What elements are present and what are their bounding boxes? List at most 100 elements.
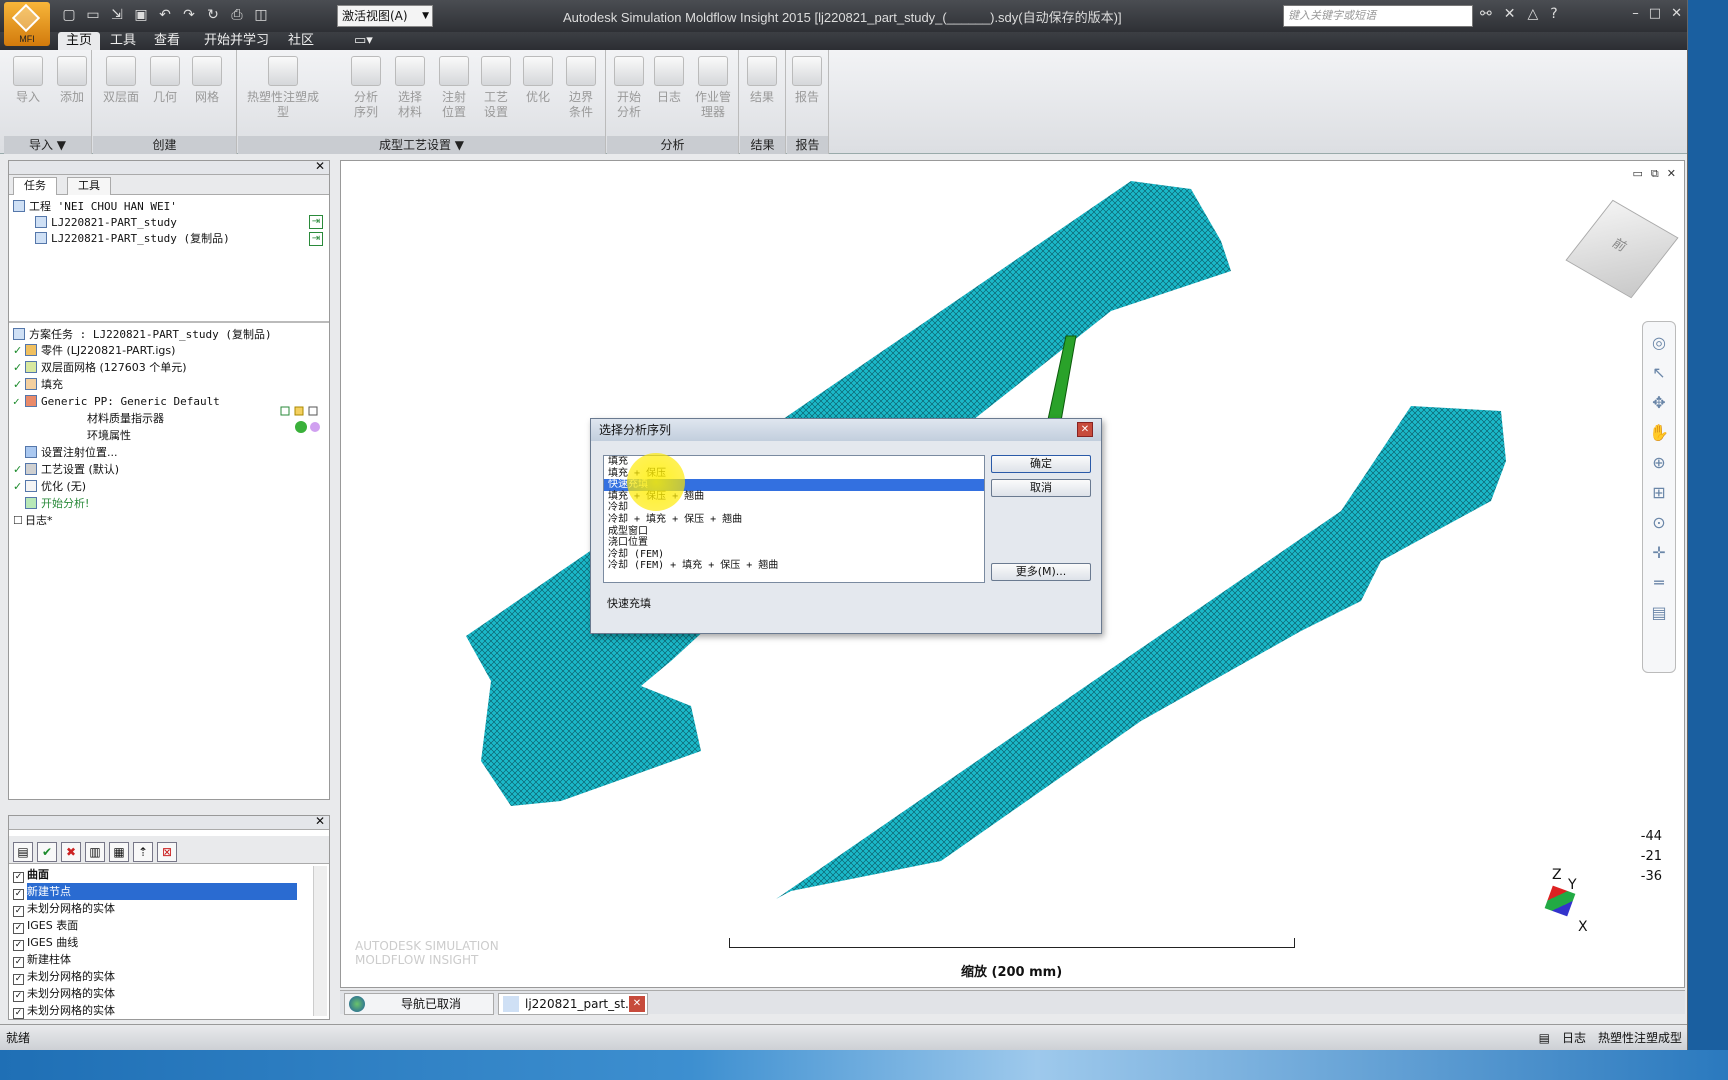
task-start-analysis[interactable]: 开始分析!	[13, 496, 89, 512]
list-item[interactable]: ✓ 未划分网格的实体	[13, 985, 318, 1002]
close-icon[interactable]: ✕	[315, 814, 325, 828]
task-injection-location[interactable]: 设置注射位置...	[13, 445, 118, 461]
help-icon[interactable]: ?	[1550, 6, 1557, 22]
ok-button[interactable]: 确定	[991, 455, 1091, 473]
list-item[interactable]: ✓ 曲面	[13, 866, 318, 883]
task-mesh[interactable]: ✓ 双层面网格 (127603 个单元)	[13, 360, 187, 376]
task-log[interactable]: ☐ 日志*	[13, 513, 53, 529]
tab-learn[interactable]: 开始并学习	[196, 32, 277, 50]
task-part[interactable]: ✓ 零件 (LJ220821-PART.igs)	[13, 343, 175, 359]
triangle-icon[interactable]: △	[1527, 6, 1538, 22]
process-settings-button[interactable]: 工艺设置	[480, 56, 512, 120]
close-icon[interactable]: ✕	[315, 159, 325, 173]
dual-domain-button[interactable]: 双层面	[101, 56, 141, 105]
active-view-select[interactable]: 激活视图(A)	[337, 5, 433, 27]
minimize-icon[interactable]: ▭	[1633, 167, 1643, 181]
tab-tasks[interactable]: 任务	[13, 177, 57, 195]
undo-icon[interactable]: ↶	[156, 6, 174, 24]
settings-icon[interactable]: ▤	[1643, 603, 1675, 622]
log-toggle[interactable]: 日志	[1562, 1025, 1586, 1050]
optimize-button[interactable]: 优化	[522, 56, 554, 105]
add-button[interactable]: 添加	[52, 56, 92, 105]
assign-layer-icon[interactable]: ▦	[109, 842, 129, 862]
analysis-sequence-button[interactable]: 分析序列	[350, 56, 382, 120]
expand-layer-icon[interactable]: ⇡	[133, 842, 153, 862]
tab-tools-panel[interactable]: 工具	[67, 177, 111, 195]
task-study[interactable]: 方案任务 : LJ220821-PART_study (复制品)	[13, 327, 272, 343]
new-icon[interactable]: ▢	[60, 6, 78, 24]
view-icon[interactable]: ◫	[252, 6, 270, 24]
injection-location-button[interactable]: 注射位置	[438, 56, 470, 120]
exchange-icon[interactable]: ✕	[1504, 6, 1516, 22]
list-item[interactable]: 冷却 + 填充 + 保压 + 翘曲	[604, 514, 984, 526]
application-menu-button[interactable]: MFI	[4, 2, 50, 46]
layers-scrollbar[interactable]	[313, 866, 327, 1016]
report-button[interactable]: 报告	[789, 56, 825, 105]
mesh-button[interactable]: 网格	[187, 56, 227, 105]
pan-icon[interactable]: ✋	[1643, 423, 1675, 442]
tab-community[interactable]: 社区	[280, 32, 322, 50]
import-icon[interactable]: ⇲	[108, 6, 126, 24]
list-item[interactable]: ✓ 未划分网格的实体	[13, 968, 318, 985]
log-icon[interactable]: ▤	[1539, 1025, 1550, 1050]
list-item[interactable]: ✓ 未划分网格的实体	[13, 1002, 318, 1019]
list-item[interactable]: ✓ 新建节点	[13, 883, 318, 900]
list-item[interactable]: ✓ 未划分网格的实体	[13, 900, 318, 917]
binoculars-icon[interactable]: ⚯	[1480, 6, 1492, 22]
open-study-icon[interactable]: ⇥	[309, 215, 323, 229]
list-item[interactable]: 浇口位置	[604, 537, 984, 549]
print-icon[interactable]: ⎙	[228, 6, 246, 24]
task-material-quality[interactable]: 材料质量指示器	[87, 411, 164, 427]
project-node[interactable]: 工程 'NEI CHOU HAN WEI'	[13, 199, 177, 215]
results-button[interactable]: 结果	[744, 56, 780, 105]
delete-layer-icon[interactable]: ✖	[61, 842, 81, 862]
task-environment[interactable]: 环境属性	[87, 428, 131, 444]
list-item[interactable]: ✓ IGES 表面	[13, 917, 318, 934]
task-optimize[interactable]: ✓ 优化 (无)	[13, 479, 86, 495]
redo-icon[interactable]: ↷	[180, 6, 198, 24]
geometry-button[interactable]: 几何	[145, 56, 185, 105]
import-button[interactable]: 导入	[8, 56, 48, 105]
close-icon[interactable]: ✕	[1667, 167, 1676, 181]
task-process-settings[interactable]: ✓ 工艺设置 (默认)	[13, 462, 119, 478]
start-analysis-button[interactable]: 开始分析	[613, 56, 645, 120]
refresh-icon[interactable]: ↻	[204, 6, 222, 24]
tab-extra-icon[interactable]: ▭▾	[346, 32, 381, 50]
boundary-conditions-button[interactable]: 边界条件	[564, 56, 598, 120]
activate-layer-icon[interactable]: ✔	[37, 842, 57, 862]
select-material-button[interactable]: 选择材料	[394, 56, 426, 120]
tab-navigation[interactable]: 导航已取消	[344, 993, 494, 1015]
minimize-icon[interactable]: –	[1632, 6, 1639, 21]
close-icon[interactable]: ✕	[629, 996, 645, 1012]
study-node[interactable]: LJ220821-PART_study	[35, 215, 177, 231]
study-copy-node[interactable]: LJ220821-PART_study (复制品)	[35, 231, 230, 247]
zoom-window-icon[interactable]: ⊞	[1643, 483, 1675, 502]
list-item[interactable]: 冷却 (FEM) + 填充 + 保压 + 翘曲	[604, 560, 984, 572]
list-item[interactable]: 成型窗口	[604, 526, 984, 538]
zoom-extents-icon[interactable]: ⊙	[1643, 513, 1675, 532]
tab-view[interactable]: 查看	[146, 32, 188, 50]
list-item[interactable]: 冷却 (FEM)	[604, 549, 984, 561]
tab-home[interactable]: 主页	[58, 32, 101, 50]
zoom-icon[interactable]: ⊕	[1643, 453, 1675, 472]
list-item[interactable]: ✓ IGES 曲线	[13, 934, 318, 951]
task-material[interactable]: ✓ Generic PP: Generic Default	[13, 394, 220, 410]
list-item[interactable]: ✓ 新建柱体	[13, 951, 318, 968]
task-fill[interactable]: ✓ 填充	[13, 377, 63, 393]
orbit-icon[interactable]: ✥	[1643, 393, 1675, 412]
maximize-icon[interactable]: □	[1649, 6, 1661, 21]
open-study-icon[interactable]: ⇥	[309, 232, 323, 246]
clear-layer-icon[interactable]: ⊠	[157, 842, 177, 862]
restore-icon[interactable]: ⧉	[1651, 167, 1659, 181]
more-button[interactable]: 更多(M)...	[991, 563, 1091, 581]
thermoplastic-molding-button[interactable]: 热塑性注塑成型	[244, 56, 322, 120]
save-icon[interactable]: ▣	[132, 6, 150, 24]
tab-study-document[interactable]: lj220821_part_st... ✕	[498, 993, 648, 1015]
tab-tools[interactable]: 工具	[102, 32, 144, 50]
open-icon[interactable]: ▭	[84, 6, 102, 24]
cancel-button[interactable]: 取消	[991, 479, 1091, 497]
new-layer-icon[interactable]: ▤	[13, 842, 33, 862]
job-manager-button[interactable]: 作业管理器	[695, 56, 731, 120]
select-icon[interactable]: ↖	[1643, 363, 1675, 382]
center-icon[interactable]: ✛	[1643, 543, 1675, 562]
